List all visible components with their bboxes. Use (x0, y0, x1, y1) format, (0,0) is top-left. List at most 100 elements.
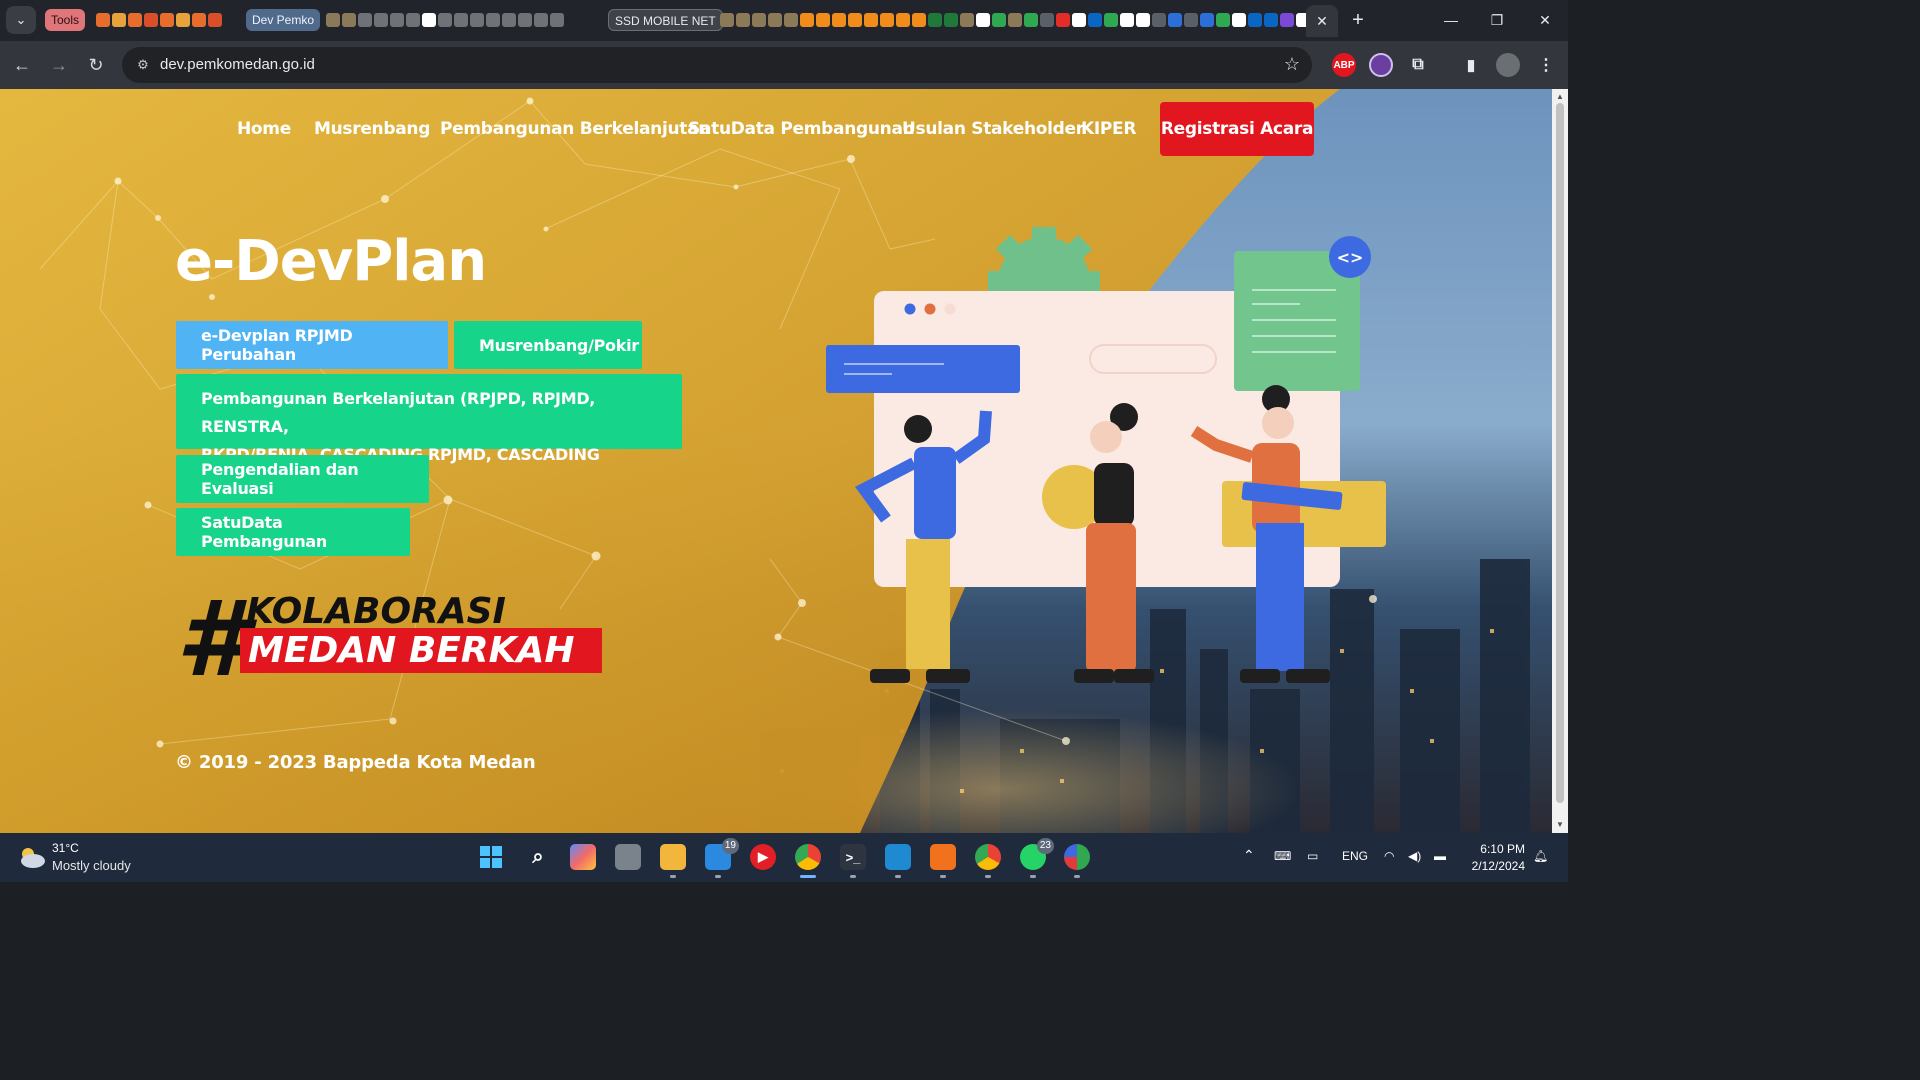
battery-icon[interactable]: ▬ (1434, 849, 1446, 863)
arrow-right-icon: → (50, 54, 68, 75)
kebab-menu-icon[interactable]: ⋮ (1534, 53, 1558, 77)
avatar[interactable] (1496, 53, 1520, 77)
close-icon: ✕ (1539, 11, 1551, 28)
blue-card (826, 345, 1020, 393)
nav-home[interactable]: Home (237, 119, 291, 139)
site-info-icon[interactable]: ⚙ (134, 56, 152, 74)
new-tab-button[interactable]: + (1346, 8, 1370, 32)
wifi-icon[interactable]: ◠ (1384, 849, 1394, 863)
restore-icon: ❐ (1490, 11, 1504, 28)
url-text[interactable]: dev.pemkomedan.go.id (160, 56, 315, 73)
rpjmd-perubahan-button[interactable]: e-Devplan RPJMD Perubahan (176, 321, 448, 369)
scroll-up-icon[interactable]: ▲ (1555, 92, 1565, 102)
mail-icon[interactable]: 19 (705, 838, 739, 870)
clock-date[interactable]: 2/12/2024 (1462, 859, 1525, 873)
pembangunan-button-line-1: Pembangunan Berkelanjutan (RPJPD, RPJMD,… (201, 389, 596, 436)
slogan-line-2: MEDAN BERKAH (240, 628, 602, 673)
volume-icon[interactable]: ◀) (1408, 849, 1421, 863)
keyboard-icon[interactable]: ⌨ (1274, 849, 1291, 863)
arrow-left-icon: ← (13, 54, 31, 75)
plus-icon: + (1352, 8, 1364, 31)
restore-button[interactable]: ❐ (1482, 8, 1512, 32)
page-title: e-DevPlan (175, 229, 487, 294)
whatsapp-badge: 23 (1036, 838, 1054, 854)
slogan-line-1: KOLABORASI (246, 591, 506, 632)
pengendalian-evaluasi-button[interactable]: Pengendalian dan Evaluasi (176, 455, 429, 503)
vscode-icon[interactable] (885, 844, 911, 870)
tab-favicons-group-2[interactable] (326, 11, 564, 29)
musrenbang-pokir-button[interactable]: Musrenbang/Pokir (454, 321, 642, 369)
tab-strip: ⌄ Tools Dev Pemko SSD MOBILE NET ✕ + — ❐… (0, 0, 1568, 41)
adblock-extension-icon[interactable]: ABP (1332, 53, 1356, 77)
page-viewport: Home Musrenbang Pembangunan Berkelanjuta… (0, 89, 1552, 833)
youtube-music-icon[interactable]: ▶ (750, 844, 776, 870)
terminal-icon[interactable]: >_ (840, 844, 866, 870)
tab-favicons-group-3[interactable] (720, 11, 1310, 29)
nav-satudata-pembangunan[interactable]: SatuData Pembangunan (688, 119, 915, 139)
nav-musrenbang[interactable]: Musrenbang (314, 119, 430, 139)
reload-button[interactable]: ↻ (84, 53, 108, 77)
tab-group-ssd[interactable]: SSD MOBILE NET (608, 9, 723, 31)
minimize-button[interactable]: — (1436, 8, 1466, 32)
running-indicator (850, 875, 856, 878)
copilot-icon[interactable] (570, 844, 596, 870)
running-indicator (1074, 875, 1080, 878)
file-explorer-icon[interactable] (660, 844, 686, 870)
clock-time[interactable]: 6:10 PM (1475, 842, 1525, 856)
close-window-button[interactable]: ✕ (1530, 8, 1560, 32)
address-bar[interactable]: ⚙ dev.pemkomedan.go.id ☆ (122, 47, 1312, 83)
nav-pembangunan-berkelanjutan[interactable]: Pembangunan Berkelanjutan (440, 119, 710, 139)
scroll-down-icon[interactable]: ▼ (1555, 820, 1565, 830)
forward-button[interactable]: → (47, 53, 71, 77)
chrome-icon[interactable] (795, 844, 821, 870)
weather-temperature[interactable]: 31°C (52, 841, 79, 855)
chrome-profile-icon[interactable] (975, 844, 1001, 870)
page-scrollbar[interactable]: ▲ ▼ (1552, 89, 1568, 833)
start-button[interactable] (478, 844, 504, 870)
cloudy-weather-icon[interactable] (18, 845, 46, 869)
copyright-text: © 2019 - 2023 Bappeda Kota Medan (175, 752, 536, 773)
windows-logo-icon (480, 846, 502, 868)
running-indicator (715, 875, 721, 878)
scroll-thumb[interactable] (1556, 103, 1564, 803)
code-badge-text: <> (1337, 248, 1364, 267)
active-tab[interactable]: ✕ (1306, 5, 1338, 37)
slogan-hash: # (176, 578, 249, 700)
language-indicator[interactable]: ENG (1342, 849, 1368, 863)
reload-icon: ↻ (88, 54, 104, 75)
windows-taskbar: 31°C Mostly cloudy ⌕ 19 ▶ >_ 23 ⌃ ⌨ ▭ EN… (0, 833, 1568, 882)
satudata-pembangunan-button[interactable]: SatuData Pembangunan (176, 508, 410, 556)
minimize-icon: — (1444, 12, 1458, 28)
mail-badge: 19 (721, 838, 739, 854)
running-indicator (895, 875, 901, 878)
running-indicator (1030, 875, 1036, 878)
tab-favicons-group-1[interactable] (96, 11, 222, 29)
app-globe-icon[interactable] (1064, 844, 1090, 870)
kolaborasi-slogan: # KOLABORASI MEDAN BERKAH (176, 578, 606, 700)
bookmark-star-icon[interactable]: ☆ (1284, 54, 1300, 75)
notification-bell-icon[interactable]: 🔔︎ (1533, 849, 1548, 863)
team-collaboration-illustration: <> (826, 227, 1386, 683)
weather-description[interactable]: Mostly cloudy (52, 858, 131, 873)
side-panel-icon[interactable]: ▮ (1459, 53, 1483, 77)
search-icon[interactable]: ⌕ (525, 844, 551, 870)
puzzle-icon[interactable]: ⧉ (1406, 53, 1430, 77)
tab-group-tools[interactable]: Tools (45, 9, 86, 31)
registrasi-acara-button[interactable]: Registrasi Acara (1160, 102, 1314, 156)
xampp-icon[interactable] (930, 844, 956, 870)
task-view-icon[interactable] (615, 844, 641, 870)
whatsapp-icon[interactable]: 23 (1020, 838, 1054, 870)
tab-search-button[interactable]: ⌄ (6, 6, 36, 34)
nav-usulan-stakeholder[interactable]: Usulan Stakeholder (902, 119, 1084, 139)
running-indicator (940, 875, 946, 878)
pembangunan-berkelanjutan-button[interactable]: Pembangunan Berkelanjutan (RPJPD, RPJMD,… (176, 374, 682, 492)
back-button[interactable]: ← (10, 53, 34, 77)
tab-group-dev-pemko[interactable]: Dev Pemko (246, 9, 321, 31)
running-indicator (670, 875, 676, 878)
nav-kiper[interactable]: KIPER (1081, 119, 1136, 139)
site-navigation: Home Musrenbang Pembangunan Berkelanjuta… (0, 89, 1552, 169)
touchpad-icon[interactable]: ▭ (1307, 849, 1318, 863)
extension-circle-icon[interactable] (1369, 53, 1393, 77)
close-icon[interactable]: ✕ (1316, 13, 1328, 30)
tray-overflow-chevron-icon[interactable]: ⌃ (1243, 847, 1255, 864)
